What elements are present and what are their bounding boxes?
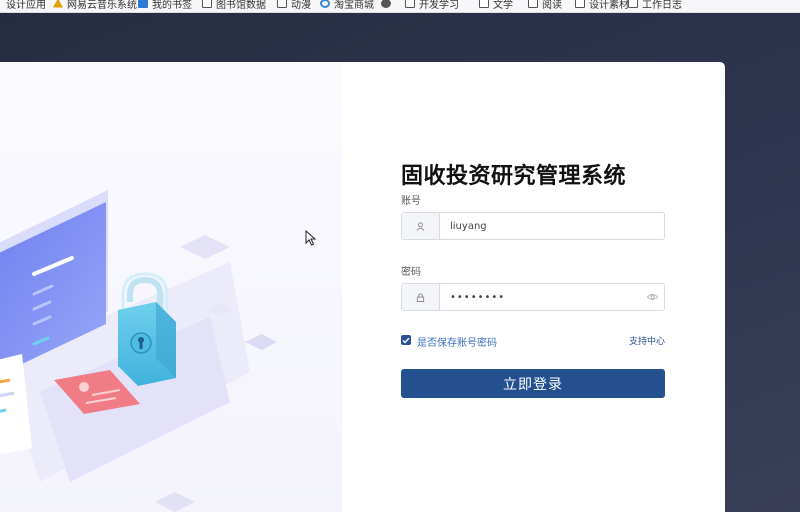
security-illustration (0, 190, 277, 512)
check-icon (402, 337, 410, 344)
bookmark-item[interactable]: 网易云音乐系统 (53, 0, 137, 11)
bookmark-item[interactable]: 图书馆数据 (202, 0, 266, 11)
bookmark-item[interactable]: 工作日志 (628, 0, 682, 11)
folder-icon (479, 0, 489, 8)
page-title: 固收投资研究管理系统 (401, 164, 627, 189)
bookmark-item[interactable]: 我的书签 (138, 0, 192, 11)
warning-icon (53, 0, 63, 8)
blue-square-icon (138, 0, 148, 8)
browser-icon (320, 0, 330, 8)
folder-icon (528, 0, 538, 8)
bookmark-item[interactable] (381, 0, 395, 10)
folder-icon (202, 0, 212, 8)
user-icon (402, 213, 440, 239)
bookmark-item[interactable]: 文学 (479, 0, 513, 11)
password-input[interactable] (440, 284, 640, 310)
password-label: 密码 (401, 267, 421, 278)
bookmark-item[interactable]: 设计应用 (6, 0, 46, 11)
bookmark-item[interactable]: 开发学习 (405, 0, 459, 11)
folder-icon (628, 0, 638, 8)
bookmark-item[interactable]: 设计素材 (575, 0, 629, 11)
folder-icon (405, 0, 415, 8)
bookmark-item[interactable]: 动漫 (277, 0, 311, 11)
illustration-panel (0, 62, 342, 512)
support-center-link[interactable]: 支持中心 (629, 334, 665, 347)
eye-icon[interactable] (640, 284, 664, 310)
remember-label[interactable]: 是否保存账号密码 (417, 334, 497, 349)
lock-icon (402, 284, 440, 310)
account-input-group[interactable] (401, 212, 665, 240)
folder-icon (575, 0, 585, 8)
account-label: 账号 (401, 196, 421, 207)
password-input-group[interactable] (401, 283, 665, 311)
remember-checkbox[interactable] (401, 335, 411, 345)
bookmarks-bar: 设计应用 网易云音乐系统 我的书签 图书馆数据 动漫 淘宝商城 开发学习 文学 … (0, 0, 800, 13)
account-input[interactable] (440, 213, 664, 239)
mouse-cursor-icon (305, 230, 317, 246)
bookmark-item[interactable]: 阅读 (528, 0, 562, 11)
folder-icon (277, 0, 287, 8)
login-button[interactable]: 立即登录 (401, 369, 665, 398)
globe-icon (381, 0, 391, 8)
remember-row: 是否保存账号密码 支持中心 (401, 334, 665, 349)
bookmark-item[interactable]: 淘宝商城 (320, 0, 374, 11)
